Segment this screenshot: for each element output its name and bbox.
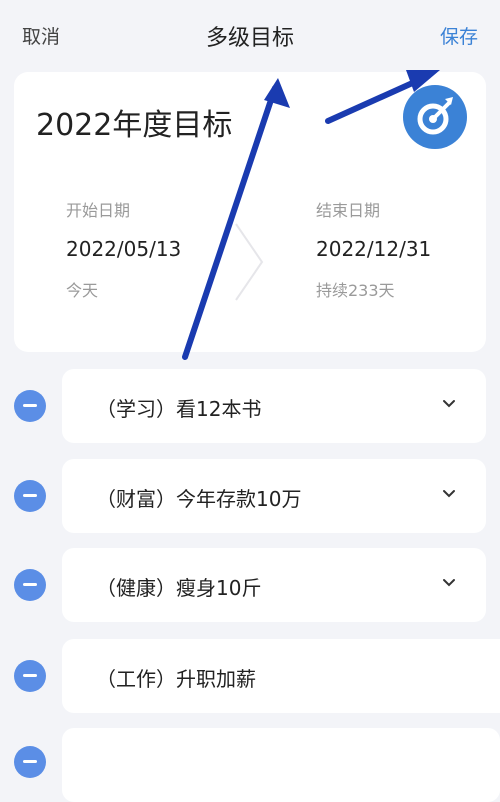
chevron-down-icon[interactable] [442, 399, 456, 409]
page-title: 多级目标 [205, 26, 294, 51]
goal-item-text: （学习）看12本书 [96, 397, 262, 421]
goal-item-text: （健康）瘦身10斤 [96, 576, 262, 600]
goal-item-text: （财富）今年存款10万 [96, 487, 302, 511]
goal-row: （财富）今年存款10万 [0, 459, 500, 533]
goal-item-text: （工作）升职加薪 [96, 667, 256, 691]
save-button[interactable]: 保存 [440, 22, 478, 49]
chevron-down-icon[interactable] [442, 489, 456, 499]
end-date-block[interactable]: 结束日期 2022/12/31 持续233天 [316, 197, 431, 301]
remove-goal-button[interactable] [14, 569, 46, 601]
goal-item[interactable]: （学习）看12本书 [62, 369, 486, 443]
top-bar: 取消 多级目标 保存 [0, 0, 500, 72]
goal-row-partial [0, 728, 500, 802]
chevron-right-icon [235, 223, 264, 301]
goal-summary-card: 2022年度目标 开始日期 2022/05/13 今天 结束日期 2022/12… [14, 72, 486, 352]
goal-item[interactable] [62, 728, 500, 802]
end-date-note: 持续233天 [316, 281, 395, 300]
end-date-value: 2022/12/31 [316, 237, 432, 261]
remove-goal-button[interactable] [14, 390, 46, 422]
start-date-note: 今天 [66, 281, 99, 300]
goal-title: 2022年度目标 [36, 108, 233, 143]
start-date-value: 2022/05/13 [66, 237, 182, 261]
remove-goal-button[interactable] [14, 746, 46, 778]
remove-goal-button[interactable] [14, 480, 46, 512]
remove-goal-button[interactable] [14, 660, 46, 692]
goal-item[interactable]: （财富）今年存款10万 [62, 459, 486, 533]
goal-item[interactable]: （健康）瘦身10斤 [62, 548, 486, 622]
end-date-label: 结束日期 [316, 201, 381, 220]
goal-row: （工作）升职加薪 [0, 639, 500, 713]
start-date-label: 开始日期 [66, 201, 131, 220]
target-icon-button[interactable] [403, 85, 467, 149]
start-date-block[interactable]: 开始日期 2022/05/13 今天 [66, 197, 181, 301]
target-icon [417, 97, 453, 135]
chevron-down-icon[interactable] [442, 578, 456, 588]
goal-item[interactable]: （工作）升职加薪 [62, 639, 500, 713]
goal-row: （学习）看12本书 [0, 369, 500, 443]
goal-row: （健康）瘦身10斤 [0, 548, 500, 622]
